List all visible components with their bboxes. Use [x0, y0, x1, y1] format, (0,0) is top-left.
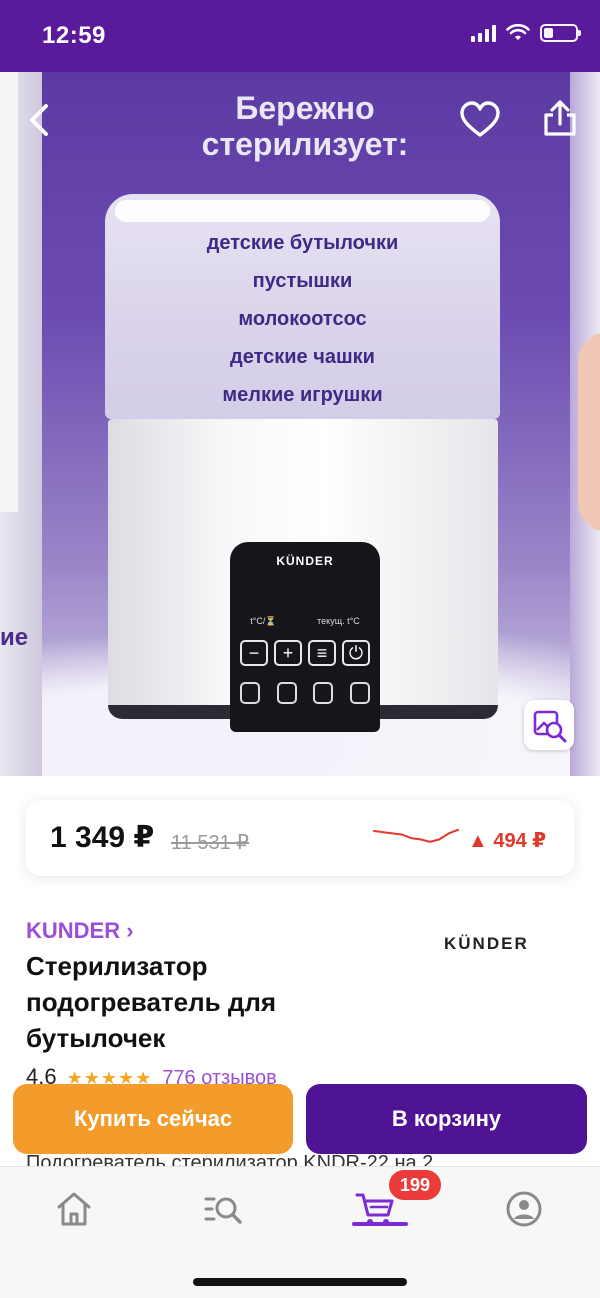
device-lid: детские бутылочки пустышки молокоотсос д…: [105, 194, 500, 419]
heat-icon: [349, 682, 370, 704]
cart-count-badge: 199: [389, 1170, 441, 1200]
back-button[interactable]: [24, 100, 56, 140]
signal-icon: [471, 24, 496, 42]
product-image-carousel[interactable]: ие Бережно стерилизует: детские бутылочк…: [0, 72, 600, 776]
heart-icon: [460, 101, 500, 137]
prev-image-text: ие: [0, 624, 29, 651]
price-history-line: [373, 828, 459, 843]
sterilize-item: детские чашки: [230, 346, 375, 368]
menu-icon: ≡: [308, 640, 336, 666]
current-price: 1 349 ₽: [50, 821, 155, 854]
brand-logo[interactable]: KÜNDER: [444, 934, 529, 954]
hero-title: Бережно стерилизует:: [150, 90, 460, 162]
favorite-button[interactable]: [458, 100, 502, 140]
share-button[interactable]: [540, 98, 580, 138]
home-indicator: [193, 1278, 407, 1286]
product-title: Стерилизатор подогреватель для бутылочек: [26, 951, 277, 1053]
wifi-icon: [506, 24, 530, 40]
add-to-cart-button[interactable]: В корзину: [306, 1084, 587, 1154]
battery-icon: [540, 24, 581, 42]
drop-icon: [276, 682, 297, 704]
active-tab-indicator: [352, 1222, 408, 1226]
sterilize-items-list: детские бутылочки пустышки молокоотсос д…: [105, 224, 500, 414]
brand-link[interactable]: KUNDER ›: [26, 918, 134, 944]
sterilize-item: пустышки: [252, 270, 353, 292]
bottle-icon: [240, 682, 260, 704]
next-image-peek: [570, 72, 600, 776]
panel-mode-icons: [240, 682, 370, 704]
panel-label-left: t°C/⏳: [250, 616, 277, 626]
status-bar: 12:59: [0, 0, 600, 72]
price-card[interactable]: 1 349 ₽ 11 531 ₽ ▲ 494 ₽: [26, 800, 574, 876]
nav-home[interactable]: [52, 1187, 96, 1231]
buy-now-button[interactable]: Купить сейчас: [13, 1084, 293, 1154]
home-icon: [57, 1192, 91, 1226]
device-brand: KÜNDER: [276, 554, 334, 568]
chevron-left-icon: [30, 104, 48, 136]
nav-profile[interactable]: [502, 1187, 546, 1231]
device-control-panel: KÜNDER t°C/⏳ текущ. t°C − + ≡ ⏻: [230, 542, 380, 732]
panel-buttons: − + ≡ ⏻: [240, 640, 370, 666]
status-icons: [471, 24, 581, 42]
panel-label-right: текущ. t°C: [317, 616, 360, 626]
image-search-icon: [533, 710, 567, 743]
price-change: ▲ 494 ₽: [468, 830, 547, 852]
steam-icon: [313, 682, 334, 704]
minus-icon: −: [240, 640, 268, 666]
image-search-button[interactable]: [524, 700, 574, 750]
sterilize-item: детские бутылочки: [206, 232, 399, 254]
panel-labels: t°C/⏳ текущ. t°C: [230, 616, 380, 627]
plus-icon: +: [274, 640, 302, 666]
hero-title-line2: стерилизует:: [201, 126, 409, 162]
profile-icon: [506, 1191, 542, 1227]
status-time: 12:59: [42, 22, 106, 49]
catalog-search-icon: [204, 1197, 242, 1224]
share-icon: [544, 100, 576, 136]
hero-title-line1: Бережно: [235, 90, 375, 126]
price-history-graph: [373, 828, 459, 843]
nav-catalog[interactable]: [202, 1187, 246, 1231]
sterilize-item: мелкие игрушки: [222, 384, 383, 406]
sterilize-item: молокоотсос: [238, 308, 367, 330]
old-price: 11 531 ₽: [171, 832, 249, 854]
prev-image-peek: ие: [0, 72, 42, 776]
power-icon: ⏻: [342, 640, 370, 666]
